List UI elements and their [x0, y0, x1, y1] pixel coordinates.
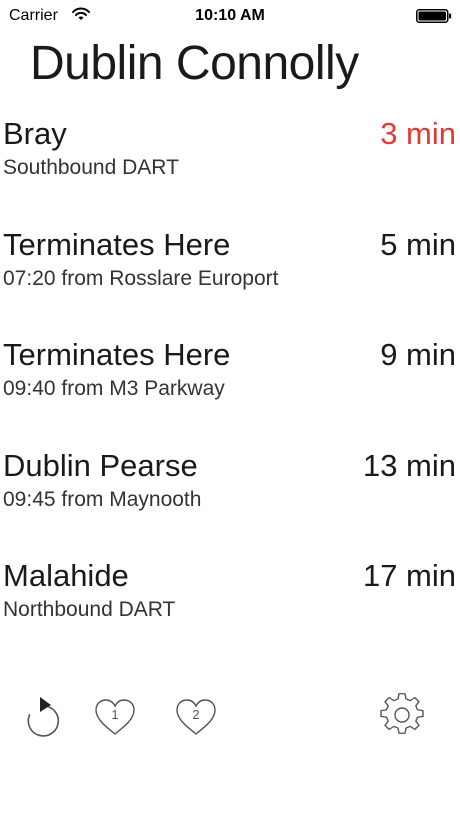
departure-destination: Dublin Pearse — [3, 447, 198, 483]
departure-destination: Terminates Here — [3, 337, 231, 372]
departure-due: 3 min — [380, 116, 456, 151]
departure-detail: 07:20 from Rosslare Europort — [3, 266, 279, 290]
refresh-icon — [27, 697, 60, 737]
departure-destination: Malahide — [3, 558, 129, 593]
departure-destination: Terminates Here — [3, 226, 231, 262]
departure-detail: 09:45 from Maynooth — [3, 487, 202, 511]
departure-row[interactable]: Terminates Here 07:20 from Rosslare Euro… — [0, 221, 460, 332]
departure-detail: Southbound DART — [3, 156, 179, 179]
departure-due: 9 min — [380, 337, 456, 372]
departure-row[interactable]: Malahide Northbound DART 17 min — [0, 552, 460, 663]
departures-list: Bray Southbound DART 3 min Terminates He… — [0, 110, 460, 663]
bottom-toolbar: 1 2 — [0, 688, 460, 744]
status-bar: Carrier 10:10 AM — [0, 0, 460, 32]
departure-row[interactable]: Bray Southbound DART 3 min — [0, 110, 460, 221]
departure-row[interactable]: Dublin Pearse 09:45 from Maynooth 13 min — [0, 442, 460, 553]
heart-icon: 1 — [95, 699, 135, 735]
settings-button[interactable] — [378, 688, 426, 742]
favorite-1-label: 1 — [111, 707, 118, 722]
departure-row[interactable]: Terminates Here 09:40 from M3 Parkway 9 … — [0, 331, 460, 442]
gear-icon — [380, 693, 424, 734]
status-time: 10:10 AM — [195, 7, 265, 24]
favorite-1-button[interactable]: 1 — [91, 688, 139, 742]
departure-due: 5 min — [380, 226, 456, 262]
favorite-2-button[interactable]: 2 — [172, 688, 220, 742]
station-title: Dublin Connolly — [30, 37, 359, 90]
battery-icon — [416, 9, 452, 23]
departure-detail: 09:40 from M3 Parkway — [3, 377, 225, 400]
heart-icon: 2 — [176, 699, 216, 735]
refresh-button[interactable] — [19, 688, 67, 742]
departure-destination: Bray — [3, 116, 67, 151]
departure-due: 17 min — [362, 558, 456, 593]
departure-due: 13 min — [362, 447, 456, 483]
favorite-2-label: 2 — [192, 707, 199, 722]
departure-detail: Northbound DART — [3, 598, 176, 621]
